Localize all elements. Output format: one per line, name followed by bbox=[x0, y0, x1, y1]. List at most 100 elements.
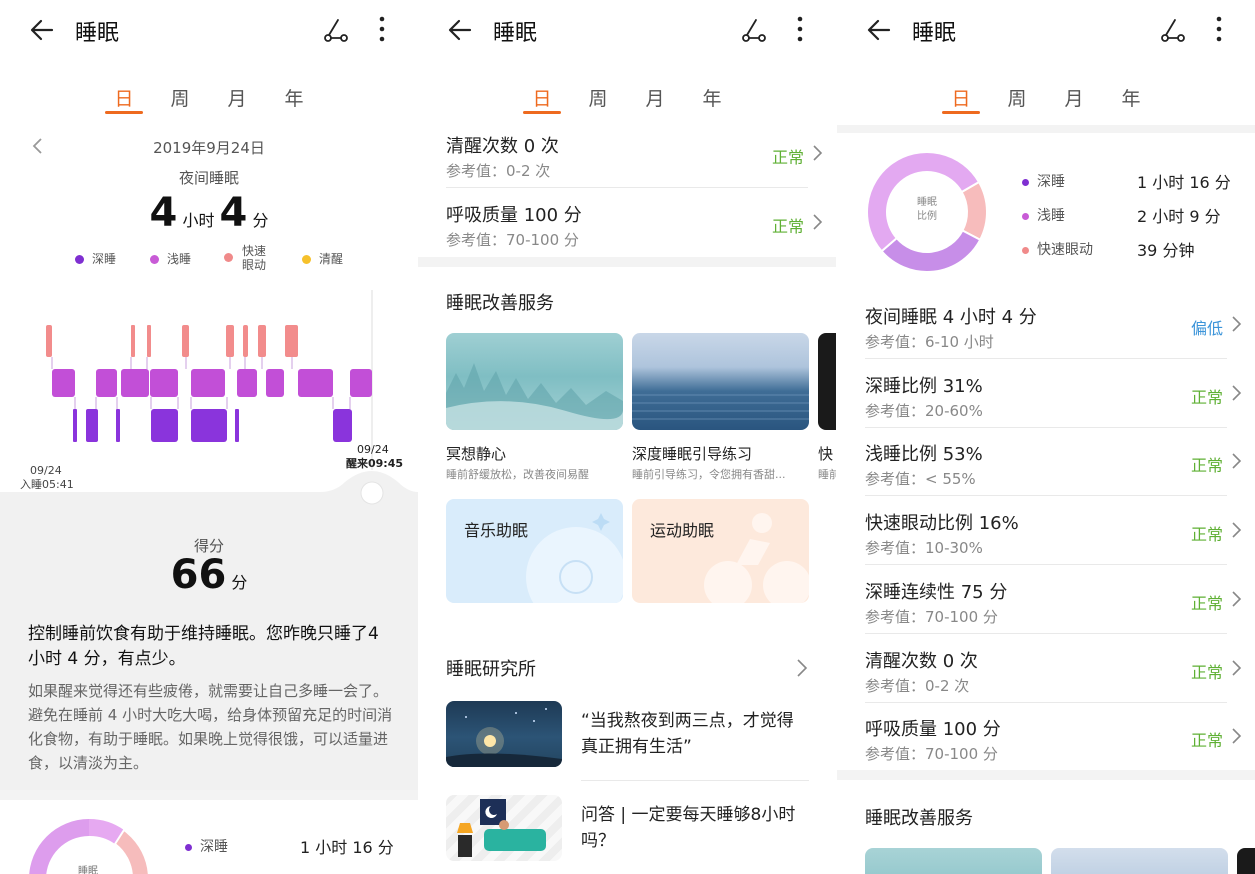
sport-sleep-label: 运动助眠 bbox=[650, 521, 715, 540]
status-badge: 偏低 bbox=[1190, 319, 1223, 338]
ratio-legend-value: 1 小时 16 分 bbox=[1137, 173, 1231, 192]
advice-body: 如果醒来觉得还有些疲倦，就需要让自己多睡一会了。避免在睡前 4 小时大吃大喝，给… bbox=[28, 682, 393, 772]
night-sleep-label: 夜间睡眠 bbox=[178, 169, 239, 187]
article-title[interactable]: “当我熬夜到两三点，才觉得真正拥有生活” bbox=[581, 708, 809, 760]
share-icon[interactable] bbox=[738, 16, 768, 44]
page-title: 睡眠 bbox=[912, 21, 957, 46]
metric-row[interactable]: 呼吸质量 100 分参考值：70-100 分 正常 bbox=[837, 703, 1255, 771]
back-arrow-icon[interactable] bbox=[865, 16, 893, 44]
chevron-right-icon bbox=[813, 214, 823, 230]
tab-month[interactable]: 月 bbox=[1054, 84, 1094, 111]
light-sleep-dot-icon bbox=[150, 255, 159, 264]
metric-row-breathing[interactable]: 呼吸质量 100 分 参考值：70-100 分 正常 bbox=[418, 189, 836, 257]
service-card-meditation[interactable] bbox=[865, 848, 1042, 874]
service-card-third[interactable] bbox=[1237, 848, 1255, 874]
music-sleep-card[interactable]: 音乐助眠 bbox=[446, 499, 623, 603]
service-card-meditation[interactable] bbox=[446, 333, 623, 430]
more-options-icon[interactable] bbox=[788, 14, 812, 44]
service-card-third[interactable] bbox=[818, 333, 836, 430]
hours-value: 4 bbox=[149, 190, 178, 236]
music-disc-icon bbox=[526, 513, 623, 603]
tab-week[interactable]: 周 bbox=[997, 84, 1037, 111]
metric-row[interactable]: 清醒次数 0 次参考值：0-2 次 正常 bbox=[837, 635, 1255, 703]
share-icon[interactable] bbox=[1157, 16, 1187, 44]
section-divider bbox=[837, 125, 1255, 133]
deep-dot-icon bbox=[1022, 178, 1029, 186]
back-arrow-icon[interactable] bbox=[446, 16, 474, 44]
sleep-duration: 4 小时 4 分 bbox=[0, 190, 418, 236]
service-card-deep-sleep[interactable] bbox=[1051, 848, 1228, 874]
section-divider bbox=[837, 770, 1255, 780]
rem-bars bbox=[46, 325, 298, 357]
metric-title: 清醒次数 0 次 bbox=[865, 650, 978, 672]
deep-dot-icon bbox=[185, 843, 192, 851]
tab-year[interactable]: 年 bbox=[1111, 84, 1151, 111]
tab-day[interactable]: 日 bbox=[522, 84, 562, 111]
more-options-icon[interactable] bbox=[370, 14, 394, 44]
active-tab-indicator bbox=[942, 111, 980, 114]
tab-day[interactable]: 日 bbox=[941, 84, 981, 111]
metric-row[interactable]: 快速眼动比例 16% 参考值：10-30% 正常 bbox=[837, 497, 1255, 566]
share-icon[interactable] bbox=[320, 16, 350, 44]
metric-row[interactable]: 夜间睡眠 4 小时 4 分参考值：6-10 小时 偏低 bbox=[837, 291, 1255, 359]
metric-reference: 参考值：20-60% bbox=[865, 401, 983, 420]
period-tabs: 日 周 月 年 bbox=[0, 80, 418, 120]
app-screens: 睡眠 日 周 月 年 2019年9月24日 夜间睡眠 4 小时 4 分 深睡 浅… bbox=[0, 0, 1255, 874]
article-image-night[interactable] bbox=[446, 701, 562, 767]
tab-year[interactable]: 年 bbox=[274, 84, 314, 111]
metric-row[interactable]: 浅睡比例 53% 参考值：< 55% 正常 bbox=[837, 428, 1255, 497]
light-dot-icon bbox=[1022, 212, 1029, 220]
back-arrow-icon[interactable] bbox=[28, 16, 56, 44]
service-title: 快 bbox=[818, 445, 834, 463]
chevron-right-icon bbox=[1232, 728, 1242, 744]
metric-row-awake-count[interactable]: 清醒次数 0 次 参考值：0-2 次 正常 bbox=[418, 120, 836, 188]
hours-unit: 小时 bbox=[182, 211, 215, 230]
status-badge: 正常 bbox=[1190, 593, 1223, 613]
ratio-legend-light: 浅睡 bbox=[1022, 205, 1065, 225]
metric-reference: 参考值：< 55% bbox=[865, 470, 976, 489]
deep-sleep-bars bbox=[73, 409, 352, 442]
article-image-qa[interactable] bbox=[446, 795, 562, 861]
metric-row[interactable]: 深睡比例 31% 参考值：20-60% 正常 bbox=[837, 360, 1255, 428]
chevron-right-icon[interactable] bbox=[795, 658, 809, 678]
article-title[interactable]: 问答 | 一定要每天睡够8小时吗？ bbox=[581, 802, 809, 854]
sport-sleep-card[interactable]: 运动助眠 bbox=[632, 499, 809, 603]
service-subtitle: 睡前引导练习，令您拥有香甜... bbox=[632, 468, 786, 481]
score-value: 66 bbox=[170, 552, 227, 598]
section-title-services: 睡眠改善服务 bbox=[865, 808, 973, 829]
tab-month[interactable]: 月 bbox=[217, 84, 257, 111]
legend-deep-label: 深睡 bbox=[92, 252, 117, 266]
deep-sleep-dot-icon bbox=[75, 255, 84, 264]
tab-day[interactable]: 日 bbox=[104, 84, 144, 111]
chevron-right-icon bbox=[813, 145, 823, 161]
tab-year[interactable]: 年 bbox=[692, 84, 732, 111]
chevron-right-icon bbox=[1232, 453, 1242, 469]
light-sleep-bars bbox=[52, 369, 372, 397]
score-unit: 分 bbox=[231, 573, 248, 592]
metric-title: 深睡比例 31% bbox=[865, 375, 983, 397]
metric-reference: 参考值：10-30% bbox=[865, 539, 983, 558]
minutes-value: 4 bbox=[219, 190, 248, 236]
ocean-image bbox=[632, 394, 809, 420]
ratio-legend-label: 快速眼动 bbox=[1037, 242, 1093, 258]
more-options-icon[interactable] bbox=[1207, 14, 1231, 44]
metric-row[interactable]: 深睡连续性 75 分参考值：70-100 分 正常 bbox=[837, 566, 1255, 634]
service-card-deep-sleep[interactable] bbox=[632, 333, 809, 430]
date-label: 2019年9月24日 bbox=[153, 139, 265, 157]
metric-reference: 参考值：0-2 次 bbox=[865, 676, 970, 695]
section-title-services: 睡眠改善服务 bbox=[446, 293, 554, 314]
screen-day-ratio: 睡眠 日 周 月 年 睡眠 比例 深睡 1 小时 16 分 浅睡 2 小时 9 … bbox=[837, 0, 1255, 874]
page-title: 睡眠 bbox=[493, 21, 538, 46]
tab-month[interactable]: 月 bbox=[635, 84, 675, 111]
advice-title: 控制睡前饮食有助于维持睡眠。您昨晚只睡了4 小时 4 分，有点少。 bbox=[28, 624, 379, 669]
pie-legend-deep: 深睡 bbox=[185, 836, 228, 856]
chevron-right-icon bbox=[1232, 591, 1242, 607]
section-divider bbox=[0, 790, 418, 800]
metric-reference: 参考值：70-100 分 bbox=[446, 231, 579, 249]
tab-week[interactable]: 周 bbox=[578, 84, 618, 111]
minutes-unit: 分 bbox=[252, 211, 269, 230]
ratio-legend-deep: 深睡 bbox=[1022, 171, 1065, 191]
music-sleep-label: 音乐助眠 bbox=[464, 521, 529, 540]
tab-week[interactable]: 周 bbox=[160, 84, 200, 111]
rem-dot-icon bbox=[224, 253, 233, 262]
